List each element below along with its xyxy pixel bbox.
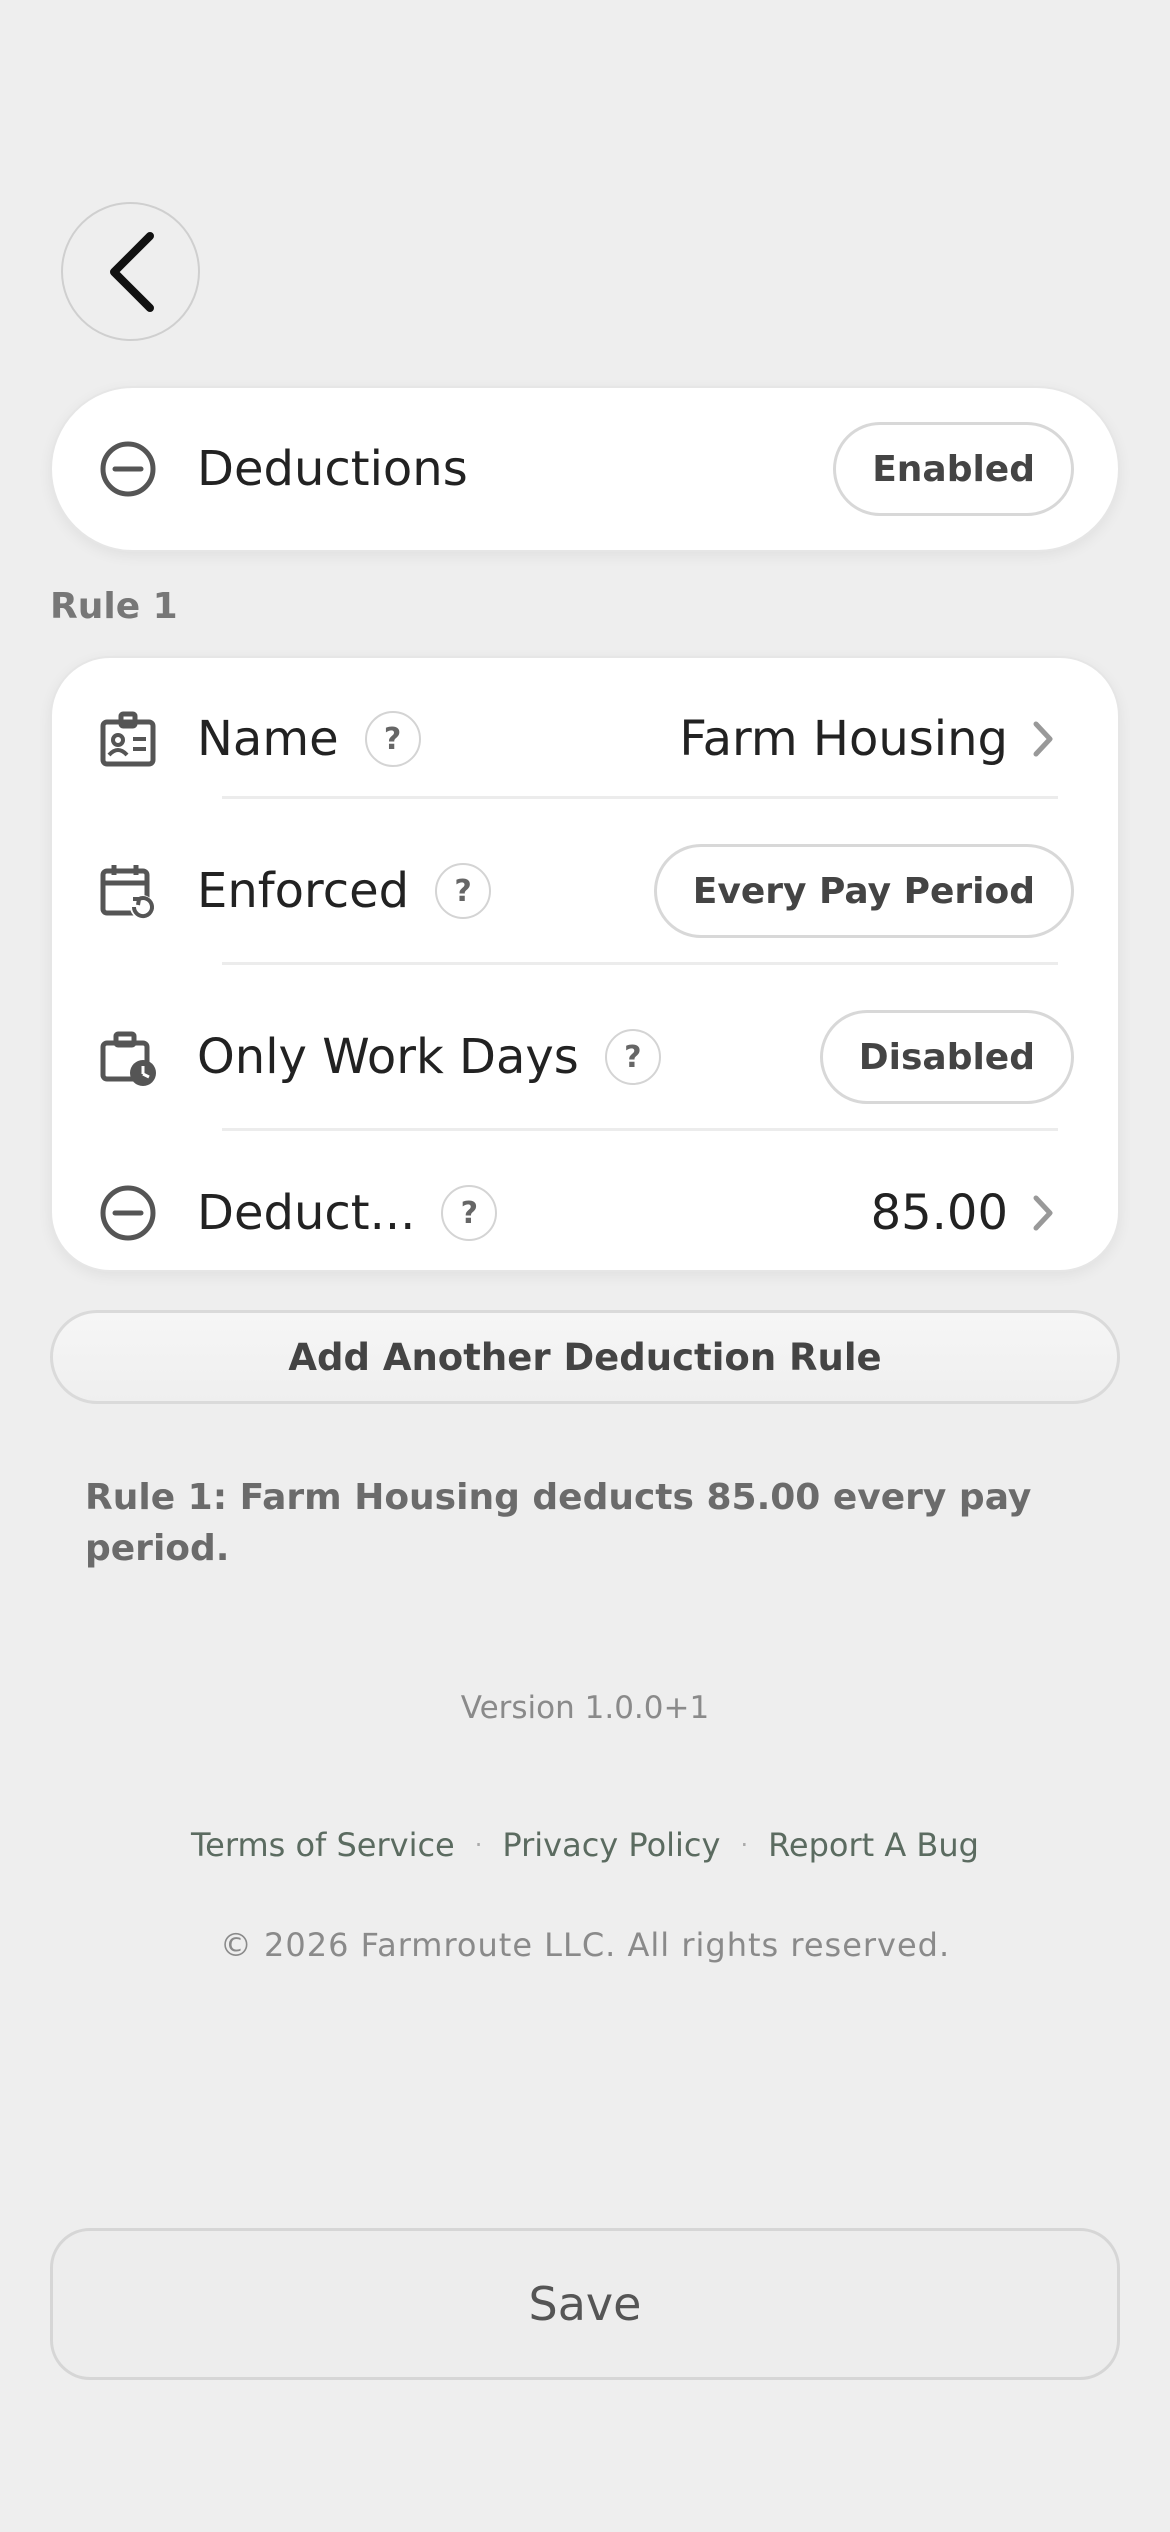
- name-help-button[interactable]: ?: [364, 711, 421, 767]
- footer-links: Terms of Service · Privacy Policy · Repo…: [0, 1826, 1170, 1864]
- name-label: Name: [197, 711, 339, 767]
- rule-summary-text: Rule 1: Farm Housing deducts 85.00 every…: [85, 1477, 1032, 1569]
- rule-row-enforced: Enforced ? Every Pay Period: [52, 826, 1118, 956]
- deduction-amount-value: 85.00: [870, 1185, 1008, 1241]
- name-value: Farm Housing: [679, 711, 1008, 767]
- rule-section-label: Rule 1: [50, 586, 178, 627]
- chevron-right-icon: [1032, 1194, 1054, 1232]
- divider: [222, 796, 1058, 799]
- rule-row-name[interactable]: Name ? Farm Housing: [52, 674, 1118, 804]
- calendar-repeat-icon: [97, 860, 159, 922]
- deductions-label: Deductions: [197, 441, 468, 497]
- divider: [222, 1128, 1058, 1131]
- save-button[interactable]: Save: [50, 2228, 1120, 2380]
- only-work-days-help-button[interactable]: ?: [604, 1029, 661, 1085]
- link-separator: ·: [474, 1831, 483, 1859]
- deduction-amount-help-button[interactable]: ?: [441, 1185, 498, 1241]
- rule-row-deduction-amount[interactable]: Deduct... ? 85.00: [52, 1148, 1118, 1278]
- minus-circle-icon: [97, 438, 159, 500]
- add-deduction-rule-button[interactable]: Add Another Deduction Rule: [50, 1310, 1120, 1404]
- back-button[interactable]: [61, 202, 200, 341]
- enforced-select[interactable]: Every Pay Period: [653, 844, 1074, 938]
- privacy-policy-link[interactable]: Privacy Policy: [502, 1826, 720, 1864]
- minus-circle-icon: [97, 1182, 159, 1244]
- id-card-icon: [97, 708, 159, 770]
- deduction-amount-label: Deduct...: [197, 1185, 416, 1241]
- link-separator: ·: [740, 1831, 749, 1859]
- chevron-left-icon: [104, 230, 158, 314]
- version-text: Version 1.0.0+1: [460, 1690, 710, 1726]
- deductions-card: Deductions Enabled: [50, 386, 1120, 552]
- briefcase-clock-icon: [97, 1026, 159, 1088]
- copyright-text: © 2026 Farmroute LLC. All rights reserve…: [219, 1926, 951, 1964]
- chevron-right-icon: [1032, 720, 1054, 758]
- rule-card: Name ? Farm Housing Enforced ? Every Pay…: [50, 656, 1120, 1272]
- divider: [222, 962, 1058, 965]
- only-work-days-label: Only Work Days: [197, 1029, 579, 1085]
- enforced-label: Enforced: [197, 863, 410, 919]
- deductions-status-toggle[interactable]: Enabled: [833, 422, 1074, 516]
- enforced-help-button[interactable]: ?: [435, 863, 492, 919]
- terms-of-service-link[interactable]: Terms of Service: [191, 1826, 455, 1864]
- report-a-bug-link[interactable]: Report A Bug: [768, 1826, 979, 1864]
- rule-row-only-work-days: Only Work Days ? Disabled: [52, 992, 1118, 1122]
- only-work-days-toggle[interactable]: Disabled: [819, 1010, 1074, 1104]
